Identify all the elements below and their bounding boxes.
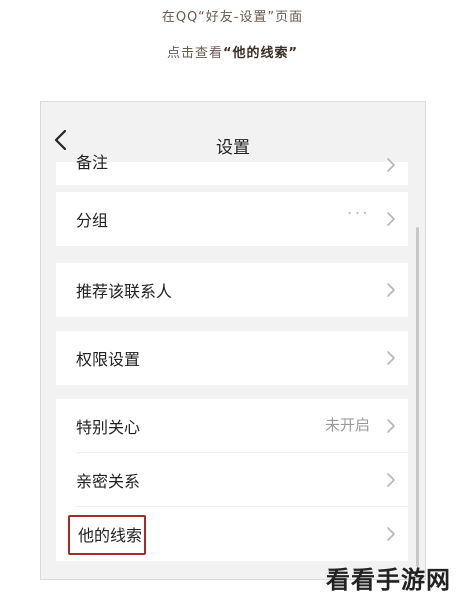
settings-item-value: 未开启 [324,416,370,434]
settings-item-value: ··· [346,203,370,224]
caption-line-1: 在QQ“好友-设置”页面 [161,10,304,25]
settings-item-intimate-relationship[interactable]: 亲密关系 [56,453,408,507]
settings-item-remark[interactable]: 备注 [56,153,408,185]
settings-item-label: 备注 [76,153,109,172]
settings-item-label: 推荐该联系人 [76,282,173,301]
caption-line-2: 点击查看“他的线索” [0,42,465,61]
settings-item-special-care[interactable]: 特别关心 未开启 [56,399,408,453]
watermark-logo: 看看手游网 [326,566,451,594]
settings-item-his-clues[interactable]: 他的线索 [56,507,408,561]
settings-item-label: 亲密关系 [76,472,141,491]
chevron-right-icon [386,350,396,366]
qq-settings-screen: 设置 备注 分组 ··· 推荐该联系人 权限设置 特别关心 未开启 亲密关系 他… [40,101,426,580]
chevron-right-icon [386,472,396,488]
settings-item-label: 权限设置 [76,350,141,369]
chevron-right-icon [386,418,396,434]
caption-emphasis: “他的线索” [222,46,299,61]
scrollbar[interactable] [416,227,419,567]
settings-item-permissions[interactable]: 权限设置 [56,331,408,385]
settings-item-label: 分组 [76,211,109,230]
settings-item-group[interactable]: 分组 ··· [56,192,408,246]
chevron-right-icon [386,157,396,173]
chevron-right-icon [386,282,396,298]
settings-item-recommend-contact[interactable]: 推荐该联系人 [56,263,408,317]
caption-prefix: 点击查看 [166,46,223,61]
settings-item-label: 特别关心 [76,418,141,437]
chevron-right-icon [386,526,396,542]
settings-item-label: 他的线索 [78,526,143,545]
chevron-right-icon [386,211,396,227]
